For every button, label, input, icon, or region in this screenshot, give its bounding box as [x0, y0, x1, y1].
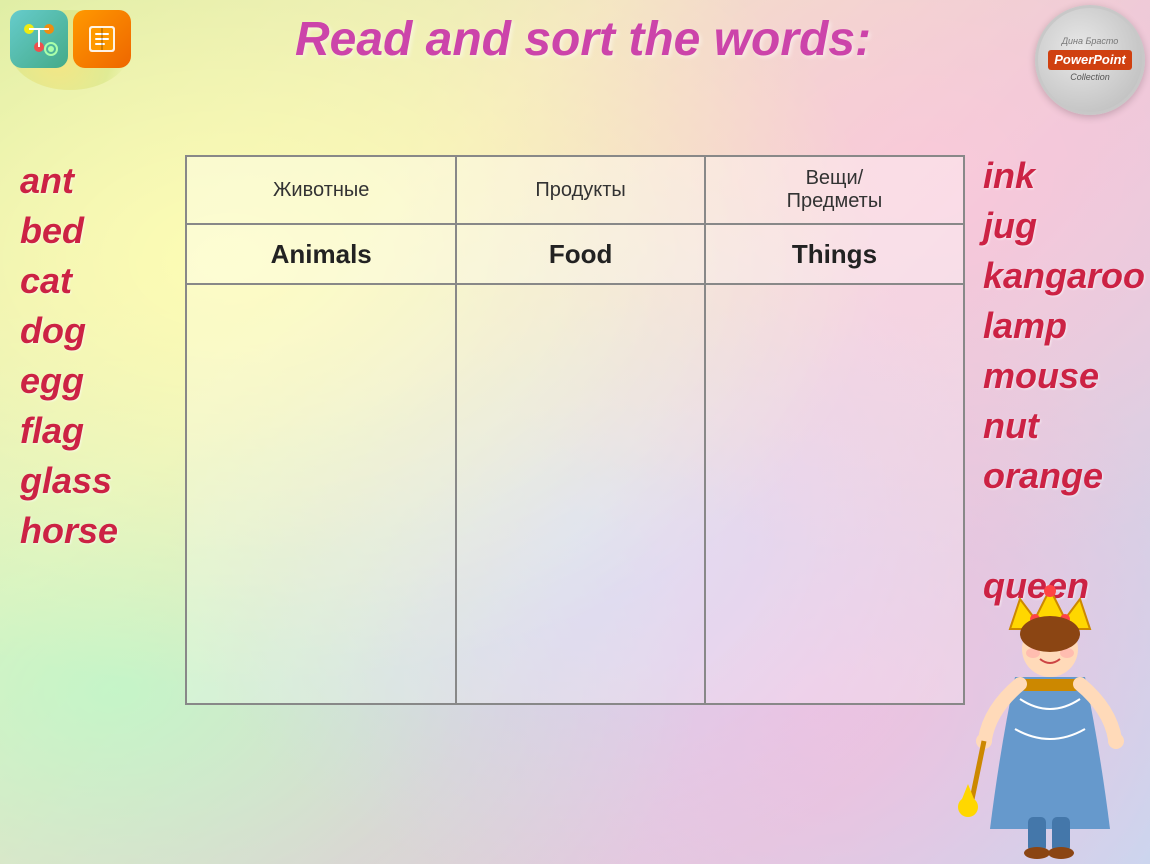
- english-header-things: Things: [705, 224, 964, 284]
- food-cell[interactable]: [456, 284, 704, 704]
- russian-header-things: Вещи/Предметы: [705, 156, 964, 224]
- word-cat: cat: [20, 260, 118, 302]
- word-mouse: mouse: [983, 355, 1099, 397]
- green-app-icon: [10, 10, 68, 68]
- word-kangaroo: kangaroo: [983, 255, 1145, 297]
- russian-header-food: Продукты: [456, 156, 704, 224]
- word-bed: bed: [20, 210, 118, 252]
- queen-decoration: [940, 569, 1140, 864]
- sorting-content-row: [186, 284, 964, 704]
- animals-cell[interactable]: [186, 284, 456, 704]
- page-title: Read and sort the words:: [146, 12, 1020, 67]
- word-lamp: lamp: [983, 305, 1067, 347]
- word-dog: dog: [20, 310, 118, 352]
- word-egg: egg: [20, 360, 118, 402]
- word-glass: glass: [20, 460, 118, 502]
- english-header-animals: Animals: [186, 224, 456, 284]
- right-word-list: ink jug kangaroo lamp mouse nut orange q…: [983, 155, 1145, 607]
- word-ant: ant: [20, 160, 118, 202]
- app-icons: [10, 10, 131, 68]
- russian-header-animals: Животные: [186, 156, 456, 224]
- russian-header-row: Животные Продукты Вещи/Предметы: [186, 156, 964, 224]
- word-nut: nut: [983, 405, 1039, 447]
- word-horse: horse: [20, 510, 118, 552]
- orange-book-icon: [73, 10, 131, 68]
- ppt-collection: Collection: [1048, 72, 1132, 84]
- ppt-logo: P: [1054, 52, 1063, 67]
- word-orange: orange: [983, 455, 1103, 497]
- sorting-table-container: Животные Продукты Вещи/Предметы Animals …: [185, 155, 965, 705]
- english-header-row: Animals Food Things: [186, 224, 964, 284]
- english-header-food: Food: [456, 224, 704, 284]
- things-cell[interactable]: [705, 284, 964, 704]
- left-word-list: ant bed cat dog egg flag glass horse: [20, 160, 118, 552]
- word-ink: ink: [983, 155, 1035, 197]
- word-jug: jug: [983, 205, 1037, 247]
- header: Read and sort the words:: [10, 10, 1140, 68]
- word-flag: flag: [20, 410, 118, 452]
- sorting-table: Животные Продукты Вещи/Предметы Animals …: [185, 155, 965, 705]
- powerpoint-badge: Дина Брасто PowerPoint Collection: [1035, 5, 1145, 115]
